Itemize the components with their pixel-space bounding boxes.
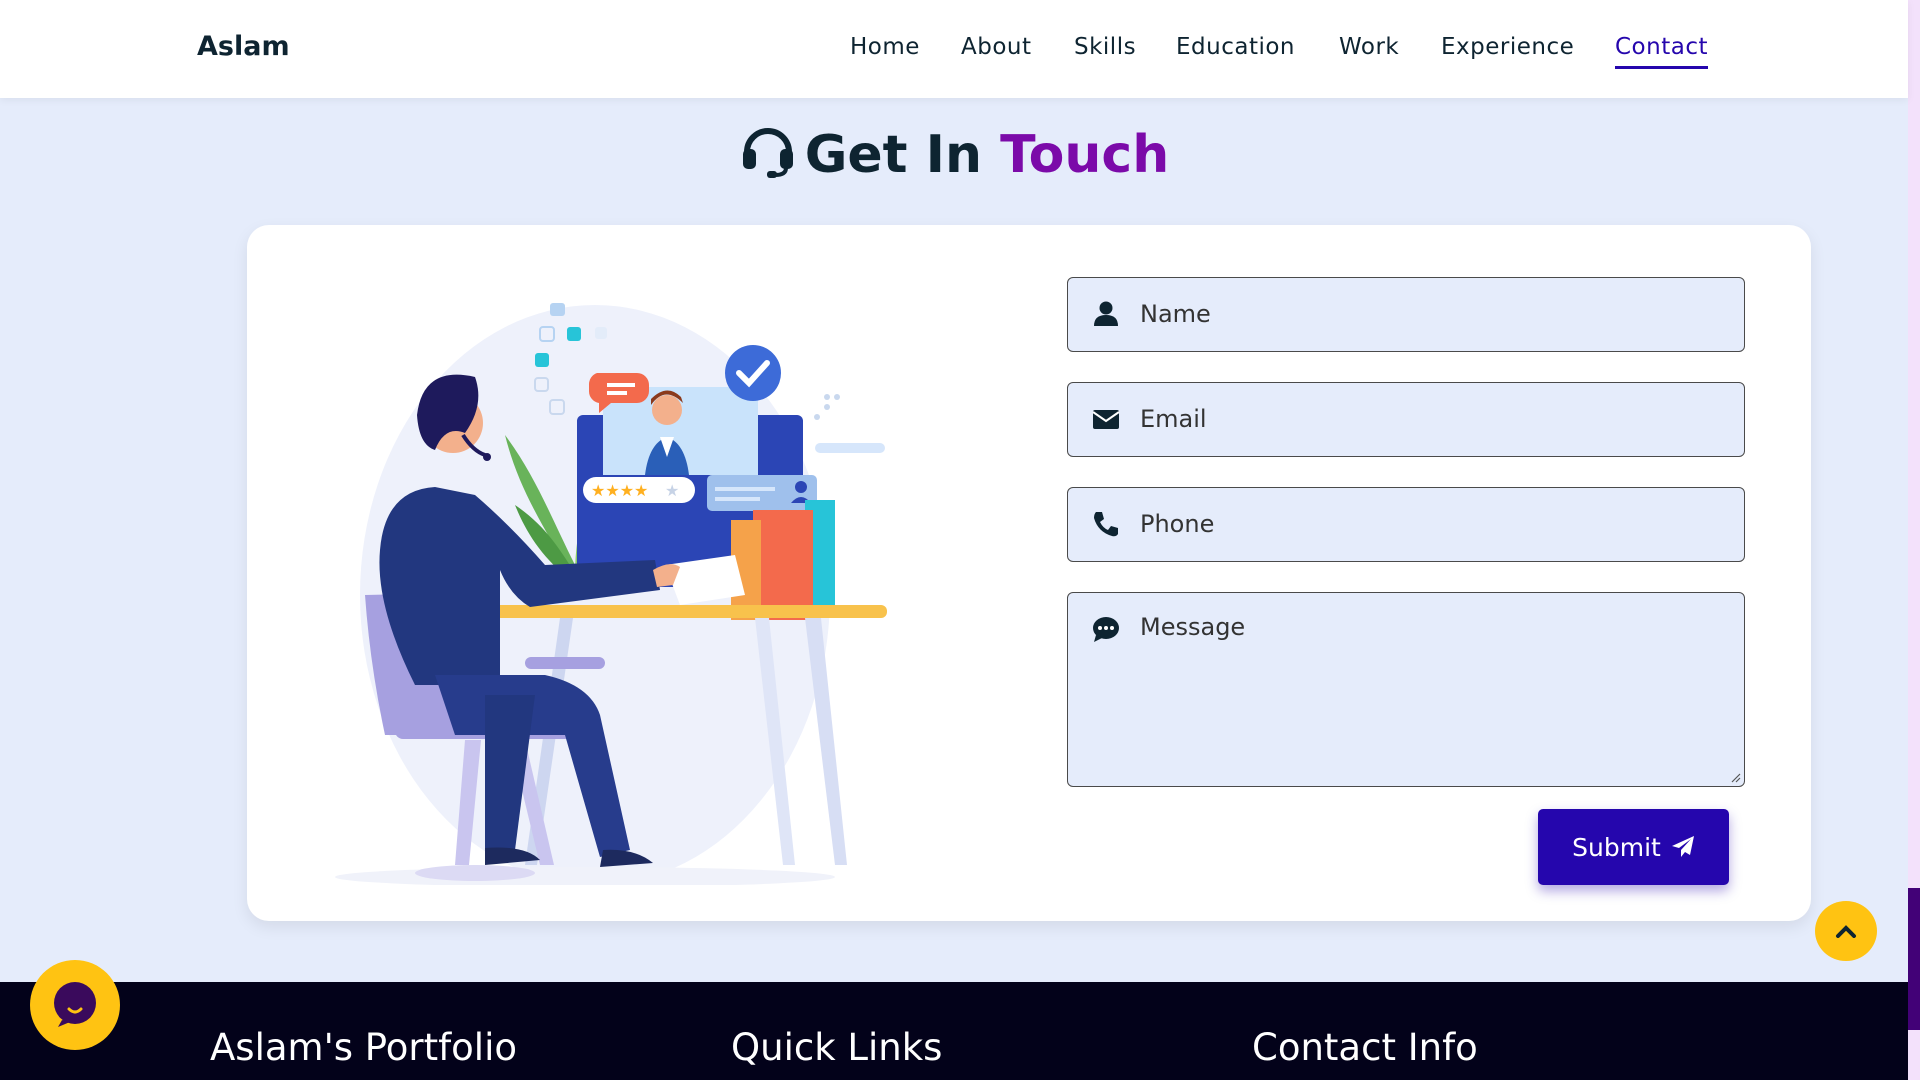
submit-button[interactable]: Submit <box>1538 809 1729 885</box>
name-field[interactable]: Name <box>1067 277 1745 352</box>
headset-icon <box>739 122 797 191</box>
paper-plane-icon <box>1671 836 1694 857</box>
user-icon <box>1094 301 1118 326</box>
scroll-top-button[interactable] <box>1815 901 1877 961</box>
submit-label: Submit <box>1572 832 1661 862</box>
nav-contact[interactable]: Contact <box>1615 34 1708 69</box>
phone-field[interactable]: Phone <box>1067 487 1745 562</box>
email-field[interactable]: Email <box>1067 382 1745 457</box>
section-heading: Get In Touch <box>0 122 1908 191</box>
nav-about[interactable]: About <box>961 34 1032 60</box>
nav-education[interactable]: Education <box>1176 34 1295 60</box>
scrollbar-thumb[interactable] <box>1908 888 1920 1030</box>
email-placeholder: Email <box>1140 405 1207 433</box>
svg-text:★: ★ <box>665 481 679 500</box>
heading-main: Get In <box>804 125 982 185</box>
footer-quick-links-title: Quick Links <box>731 1026 943 1069</box>
name-placeholder: Name <box>1140 300 1211 328</box>
message-field[interactable]: Message <box>1067 592 1745 787</box>
resize-handle-icon[interactable] <box>1729 771 1741 783</box>
footer-portfolio-title: Aslam's Portfolio <box>210 1026 518 1069</box>
page-scrollbar[interactable] <box>1908 0 1920 1080</box>
nav-home[interactable]: Home <box>850 34 920 60</box>
contact-card: ★★★★ ★ Name Email Phone Message Submit <box>247 225 1811 921</box>
main-nav: Home About Skills Education Work Experie… <box>0 34 1908 74</box>
heading-accent: Touch <box>1000 125 1170 185</box>
comment-dots-icon <box>1093 617 1119 642</box>
chevron-up-icon <box>1836 925 1856 938</box>
nav-skills[interactable]: Skills <box>1074 34 1136 60</box>
site-footer: Aslam's Portfolio Quick Links Contact In… <box>0 982 1908 1080</box>
nav-work[interactable]: Work <box>1339 34 1399 60</box>
chat-bubble-icon <box>54 982 96 1027</box>
nav-experience[interactable]: Experience <box>1441 34 1574 60</box>
site-header: Aslam Home About Skills Education Work E… <box>0 0 1908 98</box>
phone-icon <box>1094 512 1118 537</box>
chat-widget-button[interactable] <box>30 960 120 1050</box>
message-placeholder: Message <box>1140 613 1246 641</box>
envelope-icon <box>1092 410 1120 429</box>
footer-contact-info-title: Contact Info <box>1252 1026 1478 1069</box>
svg-text:★★★★: ★★★★ <box>591 481 648 500</box>
phone-placeholder: Phone <box>1140 510 1215 538</box>
support-agent-illustration: ★★★★ ★ <box>335 303 887 885</box>
